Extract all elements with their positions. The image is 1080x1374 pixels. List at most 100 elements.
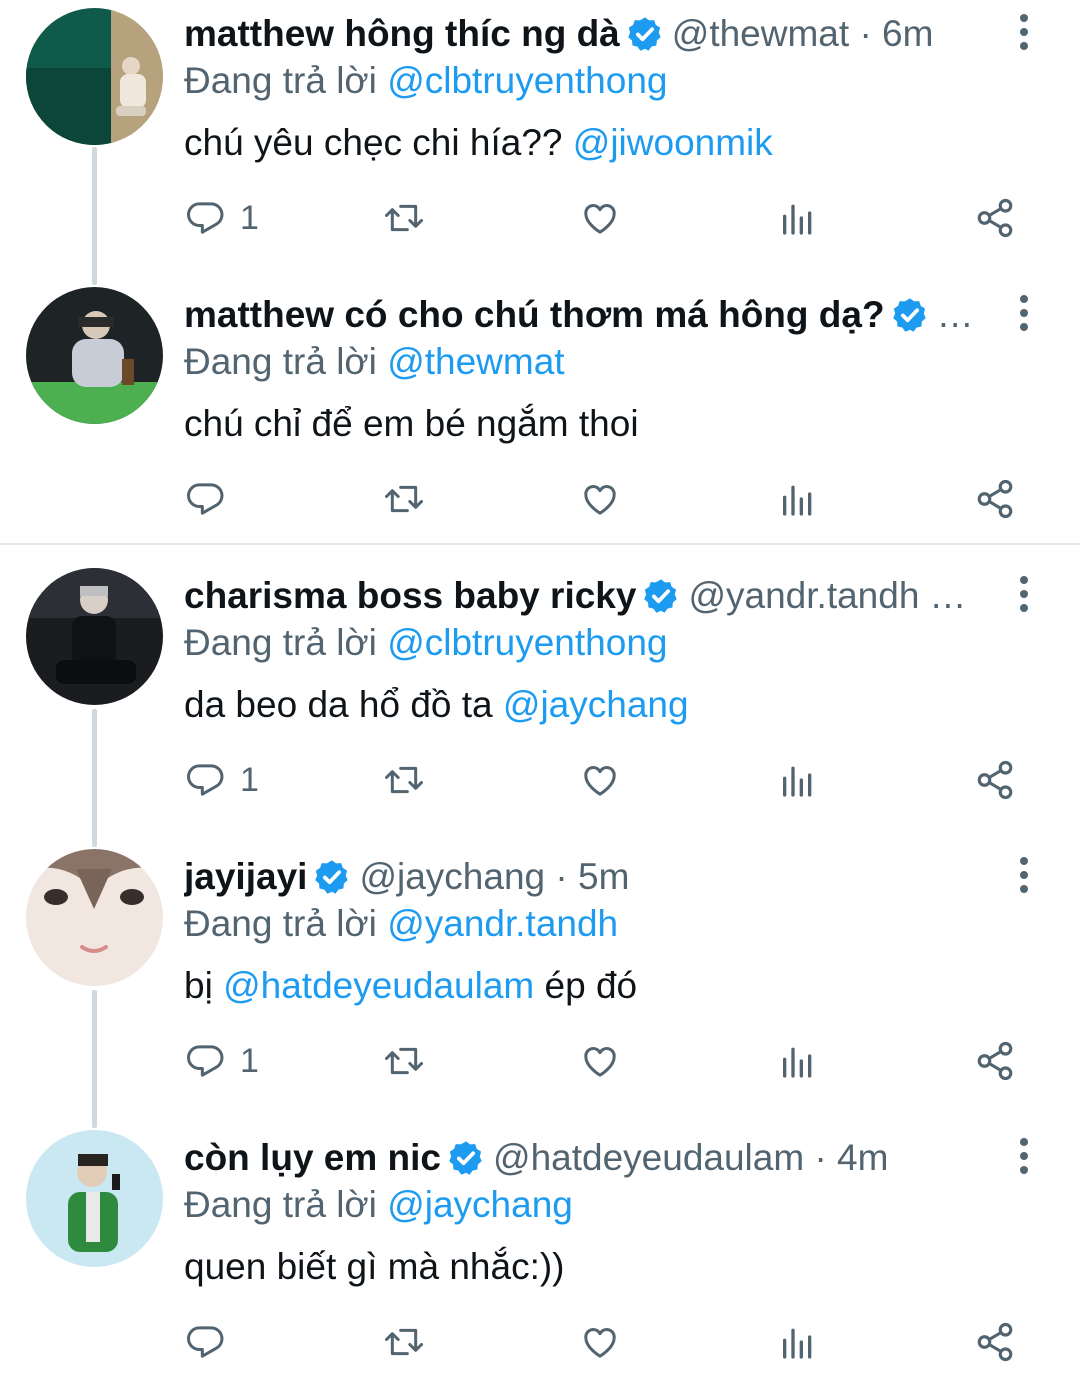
retweet-icon <box>385 485 423 513</box>
handle-and-time[interactable]: @jaychang · 5m <box>359 853 629 901</box>
reply-button[interactable]: 1 <box>186 193 259 243</box>
tweet-header: jayijayi @jaychang · 5m <box>184 853 984 901</box>
share-icon <box>977 760 1013 800</box>
replying-to-mention[interactable]: @clbtruyenthong <box>387 60 667 101</box>
more-options-icon[interactable] <box>1014 14 1034 58</box>
replying-to-label: Đang trả lời <box>184 622 377 663</box>
display-name[interactable]: matthew có cho chú thơm má hông dạ? <box>184 291 885 339</box>
replying-to: Đang trả lời @clbtruyenthong <box>184 57 667 105</box>
reply-button[interactable] <box>186 474 226 524</box>
retweet-icon <box>385 766 423 794</box>
share-icon <box>977 198 1013 238</box>
retweet-icon <box>385 1047 423 1075</box>
views-button[interactable] <box>778 1036 818 1086</box>
like-button[interactable] <box>580 755 620 805</box>
tweet-text: bị @hatdeyeudaulam ép đó <box>184 961 637 1011</box>
replying-to-mention[interactable]: @thewmat <box>387 341 564 382</box>
views-button[interactable] <box>778 1317 818 1367</box>
tweet-header: charisma boss baby ricky @yandr.tandh … <box>184 572 984 620</box>
replying-to-mention[interactable]: @jaychang <box>387 1184 573 1225</box>
tweet-text-body: da beo da hổ đồ ta <box>184 684 503 725</box>
share-icon <box>977 1041 1013 1081</box>
share-button[interactable] <box>974 474 1016 524</box>
heart-icon <box>584 485 616 515</box>
replying-to: Đang trả lời @jaychang <box>184 1181 573 1229</box>
more-options-icon[interactable] <box>1014 295 1034 339</box>
tweet-text: quen biết gì mà nhắc:)) <box>184 1242 565 1292</box>
tweet-reply[interactable]: matthew có cho chú thơm má hông dạ? … Đa… <box>0 281 1080 543</box>
handle-and-time[interactable]: @yandr.tandh <box>688 572 919 620</box>
verified-badge-icon <box>313 858 351 896</box>
more-options-icon[interactable] <box>1014 576 1034 620</box>
reply-icon <box>187 1045 224 1077</box>
mention-link[interactable]: @hatdeyeudaulam <box>223 965 534 1006</box>
reply-button[interactable] <box>186 1317 226 1367</box>
avatar[interactable] <box>26 1130 163 1267</box>
share-icon <box>977 1322 1013 1362</box>
analytics-icon <box>783 766 812 797</box>
views-button[interactable] <box>778 474 818 524</box>
share-button[interactable] <box>974 1317 1016 1367</box>
more-options-icon[interactable] <box>1014 1138 1034 1182</box>
tweet-reply[interactable]: charisma boss baby ricky @yandr.tandh … … <box>0 562 1080 843</box>
tweet-text-body: bị <box>184 965 224 1006</box>
like-button[interactable] <box>580 1036 620 1086</box>
replying-to-mention[interactable]: @clbtruyenthong <box>387 622 667 663</box>
analytics-icon <box>783 1047 812 1078</box>
reply-count: 1 <box>240 198 259 237</box>
retweet-button[interactable] <box>382 1317 426 1367</box>
more-options-icon[interactable] <box>1014 857 1034 901</box>
replying-to-mention[interactable]: @yandr.tandh <box>387 903 618 944</box>
like-button[interactable] <box>580 193 620 243</box>
share-button[interactable] <box>974 193 1016 243</box>
truncation-ellipsis: … <box>936 294 974 335</box>
share-button[interactable] <box>974 1036 1016 1086</box>
tweet-reply[interactable]: còn lụy em nic @hatdeyeudaulam · 4m Đang… <box>0 1124 1080 1374</box>
retweet-button[interactable] <box>382 474 426 524</box>
tweet-header: matthew có cho chú thơm má hông dạ? … <box>184 291 984 339</box>
display-name[interactable]: jayijayi <box>184 853 307 901</box>
heart-icon <box>584 1328 616 1358</box>
display-name[interactable]: matthew hông thíc ng dà <box>184 10 620 58</box>
avatar[interactable] <box>26 287 163 424</box>
tweet-reply[interactable]: matthew hông thíc ng dà @thewmat · 6m Đa… <box>0 0 1080 281</box>
verified-badge-icon <box>642 577 680 615</box>
tweet-text-tail: ép đó <box>534 965 638 1006</box>
handle-and-time[interactable]: @hatdeyeudaulam · 4m <box>493 1134 888 1182</box>
conversation-divider <box>0 543 1080 545</box>
mention-link[interactable]: @jaychang <box>503 684 689 725</box>
reply-button[interactable]: 1 <box>186 1036 259 1086</box>
tweet-reply[interactable]: jayijayi @jaychang · 5m Đang trả lời @ya… <box>0 843 1080 1124</box>
share-button[interactable] <box>974 755 1016 805</box>
display-name[interactable]: còn lụy em nic <box>184 1134 441 1182</box>
reply-icon <box>187 483 224 515</box>
views-button[interactable] <box>778 755 818 805</box>
replying-to-label: Đang trả lời <box>184 1184 377 1225</box>
heart-icon <box>584 1047 616 1077</box>
mention-link[interactable]: @jiwoonmik <box>573 122 773 163</box>
avatar[interactable] <box>26 8 163 145</box>
like-button[interactable] <box>580 474 620 524</box>
replying-to-label: Đang trả lời <box>184 903 377 944</box>
heart-icon <box>584 204 616 234</box>
tweet-header: còn lụy em nic @hatdeyeudaulam · 4m <box>184 1134 984 1182</box>
views-button[interactable] <box>778 193 818 243</box>
retweet-button[interactable] <box>382 1036 426 1086</box>
avatar[interactable] <box>26 849 163 986</box>
retweet-button[interactable] <box>382 755 426 805</box>
reply-button[interactable]: 1 <box>186 755 259 805</box>
replying-to-label: Đang trả lời <box>184 60 377 101</box>
display-name[interactable]: charisma boss baby ricky <box>184 572 636 620</box>
tweet-text-body: chú yêu chẹc chi hía?? <box>184 122 573 163</box>
handle-and-time[interactable]: @thewmat · 6m <box>672 10 934 58</box>
replying-to: Đang trả lời @yandr.tandh <box>184 900 618 948</box>
replying-to: Đang trả lời @clbtruyenthong <box>184 619 667 667</box>
tweet-text-body: quen biết gì mà nhắc:)) <box>184 1246 565 1287</box>
tweet-text: chú chỉ để em bé ngắm thoi <box>184 399 639 449</box>
reply-count: 1 <box>240 760 259 799</box>
like-button[interactable] <box>580 1317 620 1367</box>
retweet-button[interactable] <box>382 193 426 243</box>
heart-icon <box>584 766 616 796</box>
avatar[interactable] <box>26 568 163 705</box>
reply-icon <box>187 1326 224 1358</box>
